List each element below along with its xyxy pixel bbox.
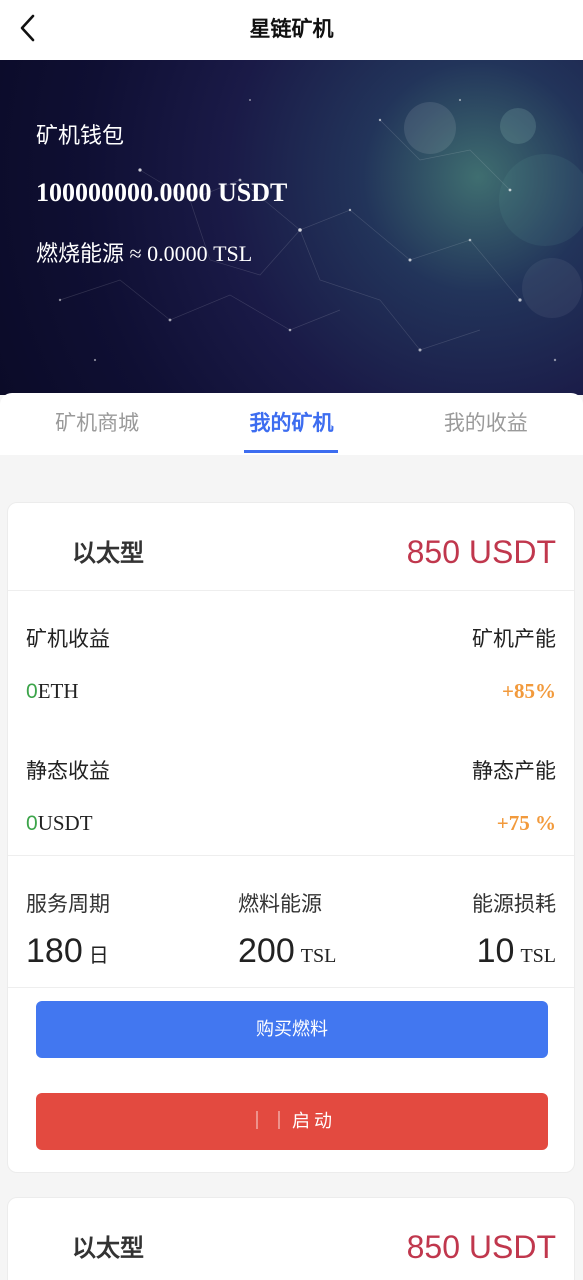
top-bar: 星链矿机 bbox=[0, 0, 583, 60]
burned-energy: 燃烧能源 ≈ 0.0000 TSL bbox=[36, 241, 253, 266]
miner-type: 以太型 bbox=[72, 539, 144, 567]
miner-price: 850 USDT bbox=[406, 534, 556, 570]
static-capacity-value: +75 % bbox=[496, 811, 556, 835]
page-title: 星链矿机 bbox=[249, 17, 334, 41]
miner-price: 850 USDT bbox=[406, 1229, 556, 1265]
miner-type: 以太型 bbox=[72, 1234, 144, 1262]
tab-my-miners[interactable]: 我的矿机 bbox=[194, 393, 388, 455]
service-period-value: 180 日 bbox=[26, 932, 109, 970]
wallet-label: 矿机钱包 bbox=[36, 124, 125, 149]
mining-capacity-value: +85% bbox=[502, 679, 556, 703]
starfield-background bbox=[58, 98, 583, 362]
fuel-energy-label: 燃料能源 bbox=[238, 892, 322, 916]
mining-capacity-label: 矿机产能 bbox=[472, 627, 556, 651]
start-button[interactable]: ｜｜启动 bbox=[36, 1093, 548, 1150]
miner-specs: 服务周期 燃料能源 能源损耗 180 日 200 TSL 10 TSL bbox=[8, 856, 574, 988]
mining-income-label: 矿机收益 bbox=[26, 627, 110, 651]
buy-fuel-button[interactable]: 购买燃料 bbox=[36, 1001, 548, 1058]
energy-consumption-value: 10 TSL bbox=[476, 932, 556, 970]
tab-bar: 矿机商城 我的矿机 我的收益 bbox=[0, 393, 583, 455]
miner-card-header: 以太型 850 USDT bbox=[8, 503, 574, 591]
service-period-label: 服务周期 bbox=[26, 892, 110, 916]
miner-actions: 购买燃料 ｜｜启动 bbox=[8, 1001, 574, 1172]
static-capacity-label: 静态产能 bbox=[472, 759, 556, 783]
miner-card-header: 以太型 850 USDT bbox=[8, 1198, 574, 1280]
wallet-banner: 矿机钱包 100000000.0000 USDT 燃烧能源 ≈ 0.0000 T… bbox=[0, 60, 583, 395]
miner-card: 以太型 850 USDT bbox=[7, 1197, 575, 1280]
mining-income-value: 0ETH bbox=[26, 679, 79, 703]
static-income-value: 0USDT bbox=[26, 811, 93, 835]
static-income-label: 静态收益 bbox=[26, 759, 110, 783]
tab-my-earnings[interactable]: 我的收益 bbox=[389, 393, 583, 455]
miner-card: 以太型 850 USDT 矿机收益 矿机产能 0ETH +85% 静态收益 静态… bbox=[7, 502, 575, 1173]
tab-miner-store[interactable]: 矿机商城 bbox=[0, 393, 194, 455]
fuel-energy-value: 200 TSL bbox=[238, 932, 337, 970]
miner-stats: 矿机收益 矿机产能 0ETH +85% 静态收益 静态产能 0USDT +75 … bbox=[8, 591, 574, 856]
energy-consumption-label: 能源损耗 bbox=[472, 892, 556, 916]
wallet-balance: 100000000.0000 USDT bbox=[36, 178, 288, 207]
